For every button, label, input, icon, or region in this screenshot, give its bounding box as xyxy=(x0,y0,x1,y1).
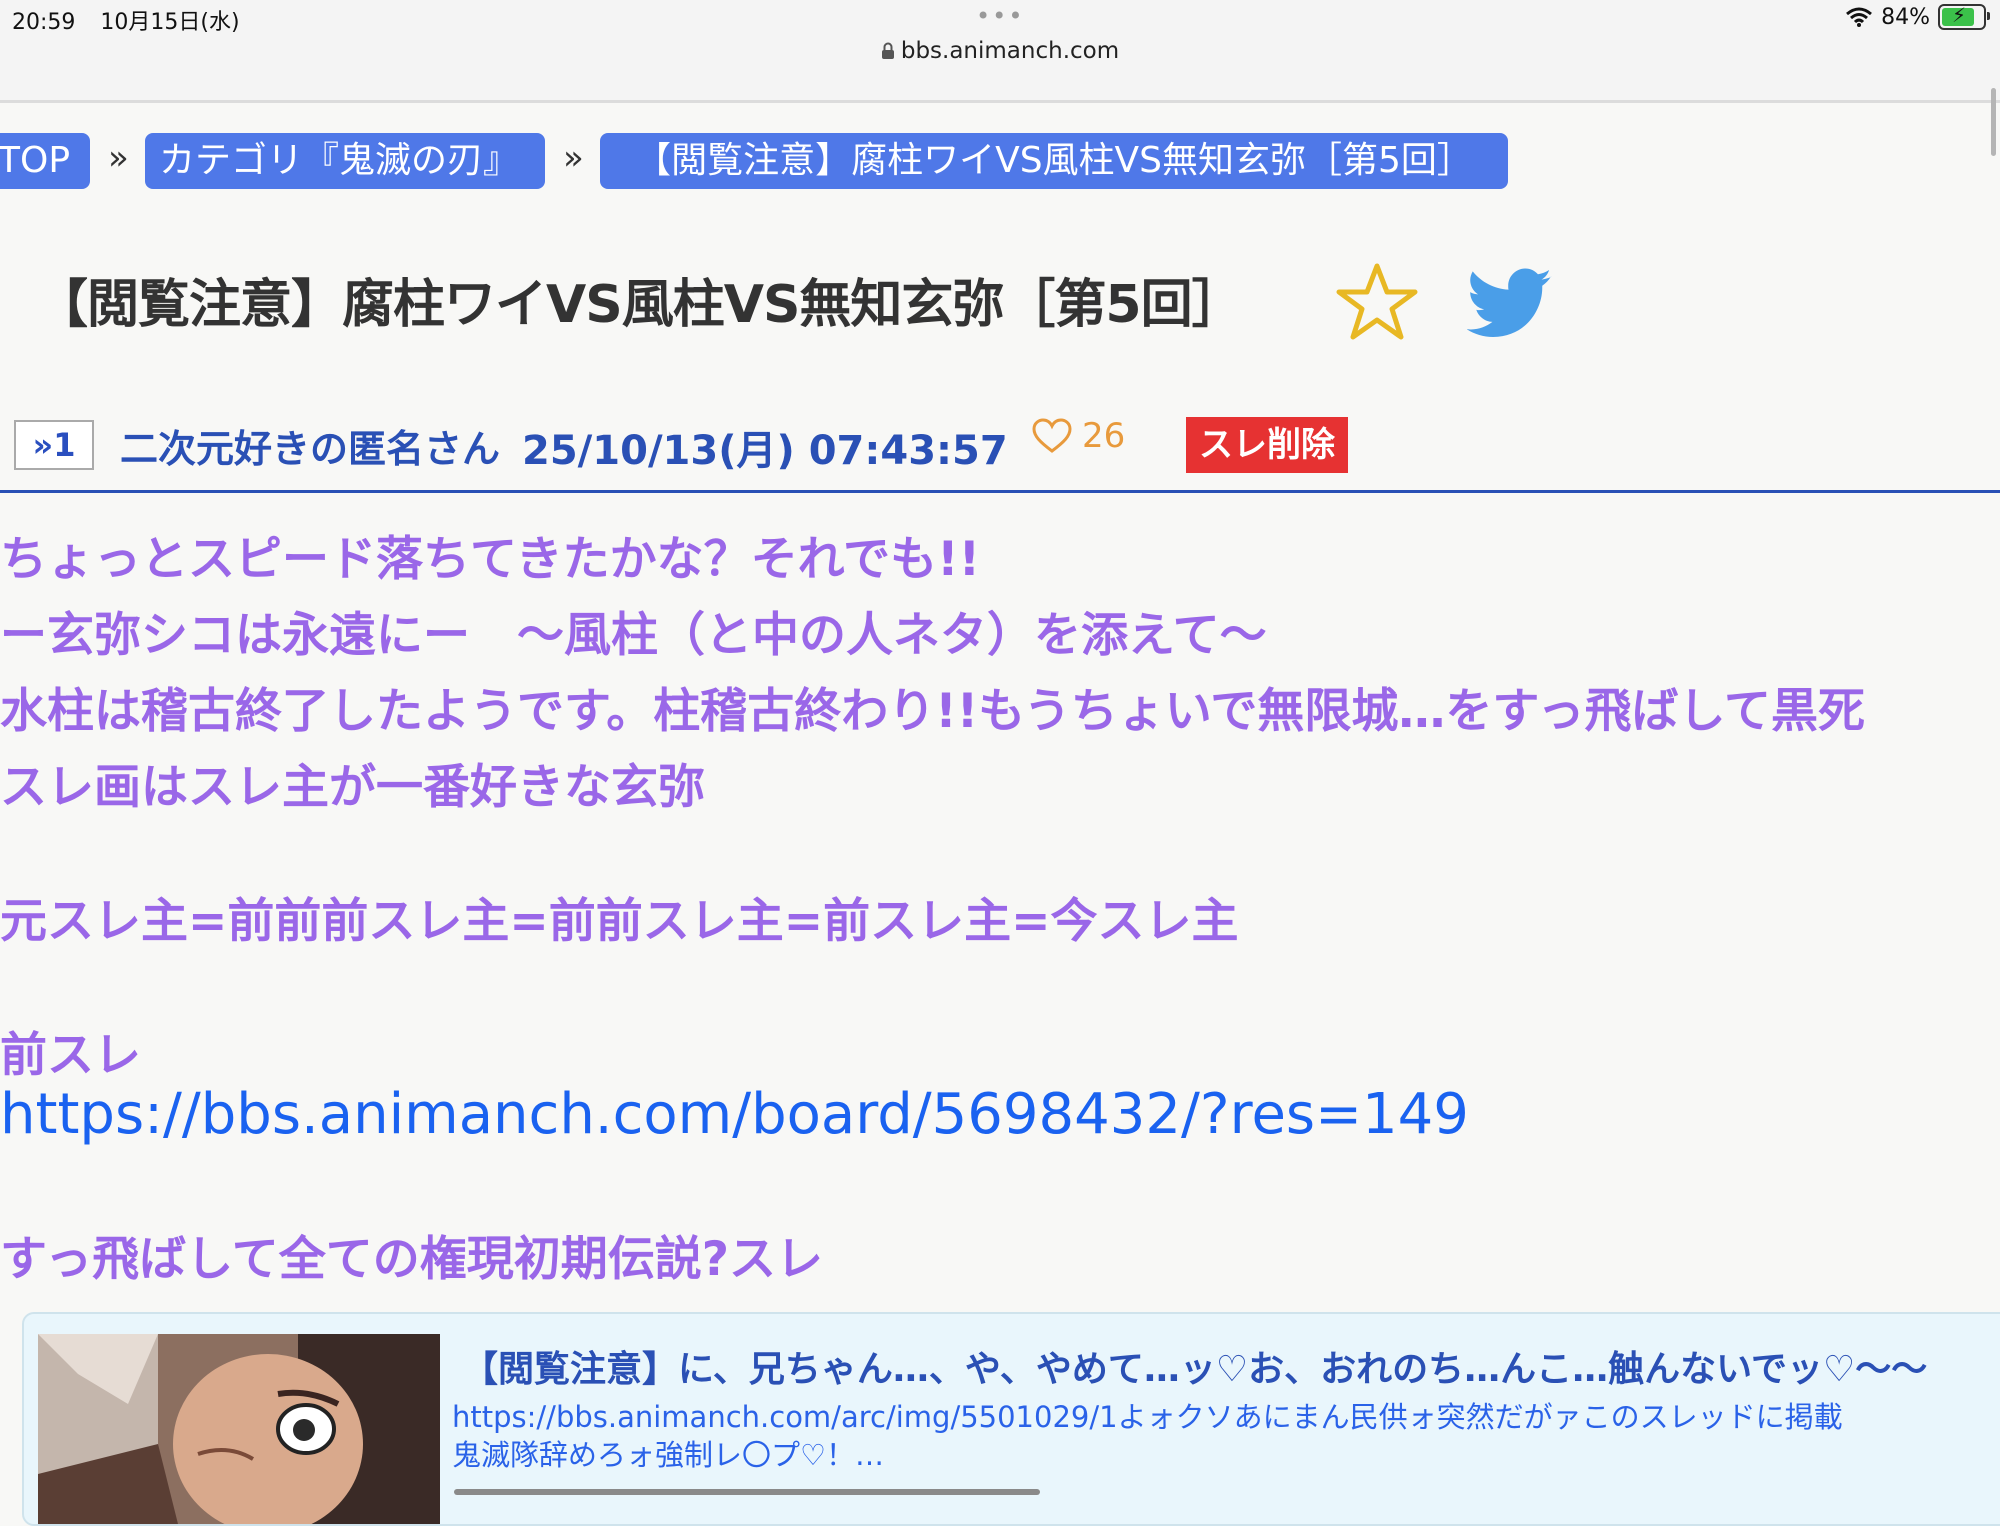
card-desc-line: 鬼滅隊辞めろォ強制レ〇プ♡！… xyxy=(452,1438,884,1472)
post-author: 二次元好きの匿名さん xyxy=(120,427,501,471)
lock-icon xyxy=(881,42,894,59)
battery-tip xyxy=(1987,12,1990,20)
post-divider xyxy=(0,490,2000,493)
post-number-button[interactable]: »1 xyxy=(14,420,94,470)
card-scrollbar[interactable] xyxy=(454,1489,1040,1495)
wifi-icon xyxy=(1846,7,1873,27)
status-time: 20:59 10月15日(水) xyxy=(12,4,240,36)
twitter-icon[interactable] xyxy=(1467,268,1553,340)
like-count: 26 xyxy=(1082,416,1126,456)
like-button[interactable]: 26 xyxy=(1032,416,1125,456)
previous-thread-link[interactable]: https://bbs.animanch.com/board/5698432/?… xyxy=(0,1082,1469,1147)
post-line: 前スレ xyxy=(0,1028,141,1083)
breadcrumb-category[interactable]: カテゴリ『鬼滅の刃』 xyxy=(145,133,545,189)
charging-bolt-icon: ⚡ xyxy=(1952,3,1967,27)
battery-icon: ⚡ xyxy=(1938,3,1990,30)
card-description: https://bbs.animanch.com/arc/img/5501029… xyxy=(452,1398,1843,1474)
post-date: 25/10/13(月) 07:43:57 xyxy=(522,428,1008,474)
url-text: bbs.animanch.com xyxy=(900,38,1120,64)
date-text: 10月15日(水) xyxy=(100,10,240,35)
breadcrumb-separator: » xyxy=(108,138,129,178)
post-line: ー玄弥シコは永遠にー ～風柱（と中の人ネタ）を添えて～ xyxy=(0,608,1267,663)
time-text: 20:59 xyxy=(12,10,76,35)
breadcrumb-separator: » xyxy=(563,138,584,178)
star-icon[interactable] xyxy=(1336,262,1418,342)
delete-thread-button[interactable]: スレ削除 xyxy=(1186,417,1348,473)
status-right: 84% ⚡ xyxy=(1845,3,1990,30)
page-title: 【閲覧注意】腐柱ワイVS風柱VS無知玄弥［第5回］ xyxy=(36,275,1244,335)
post-line: ちょっとスピード落ちてきたかな？それでも!! xyxy=(0,532,981,587)
post-line: すっ飛ばして全ての権現初期伝説?スレ xyxy=(0,1232,823,1287)
thumbnail-image[interactable] xyxy=(38,1334,440,1524)
post-line: 元スレ主=前前前スレ主=前前スレ主=前スレ主=今スレ主 xyxy=(0,894,1239,949)
browser-status-bar: 20:59 10月15日(水) ••• bbs.animanch.com 84%… xyxy=(0,0,2000,103)
address-bar[interactable]: bbs.animanch.com xyxy=(0,38,2000,64)
breadcrumb-top[interactable]: TOP xyxy=(0,133,90,189)
more-dots-icon[interactable]: ••• xyxy=(976,2,1024,30)
breadcrumb-thread[interactable]: 【閲覧注意】腐柱ワイVS風柱VS無知玄弥［第5回］ xyxy=(600,133,1508,189)
heart-icon xyxy=(1032,418,1072,453)
battery-percent: 84% xyxy=(1881,4,1930,30)
card-desc-line: https://bbs.animanch.com/arc/img/5501029… xyxy=(452,1400,1843,1434)
post-line: 水柱は稽古終了したようです。柱稽古終わり!!もうちょいで無限城…をすっ飛ばして黒… xyxy=(0,684,1866,739)
link-preview-card[interactable]: 【閲覧注意】に、兄ちゃん…、や、やめて…ッ♡お、おれのち…んこ…触んないでッ♡〜… xyxy=(22,1312,2000,1526)
page-scrollbar[interactable] xyxy=(1991,88,1996,156)
thumbnail-illustration xyxy=(38,1334,440,1524)
post-line: スレ画はスレ主が一番好きな玄弥 xyxy=(0,760,705,815)
card-title[interactable]: 【閲覧注意】に、兄ちゃん…、や、やめて…ッ♡お、おれのち…んこ…触んないでッ♡〜… xyxy=(462,1340,1927,1392)
